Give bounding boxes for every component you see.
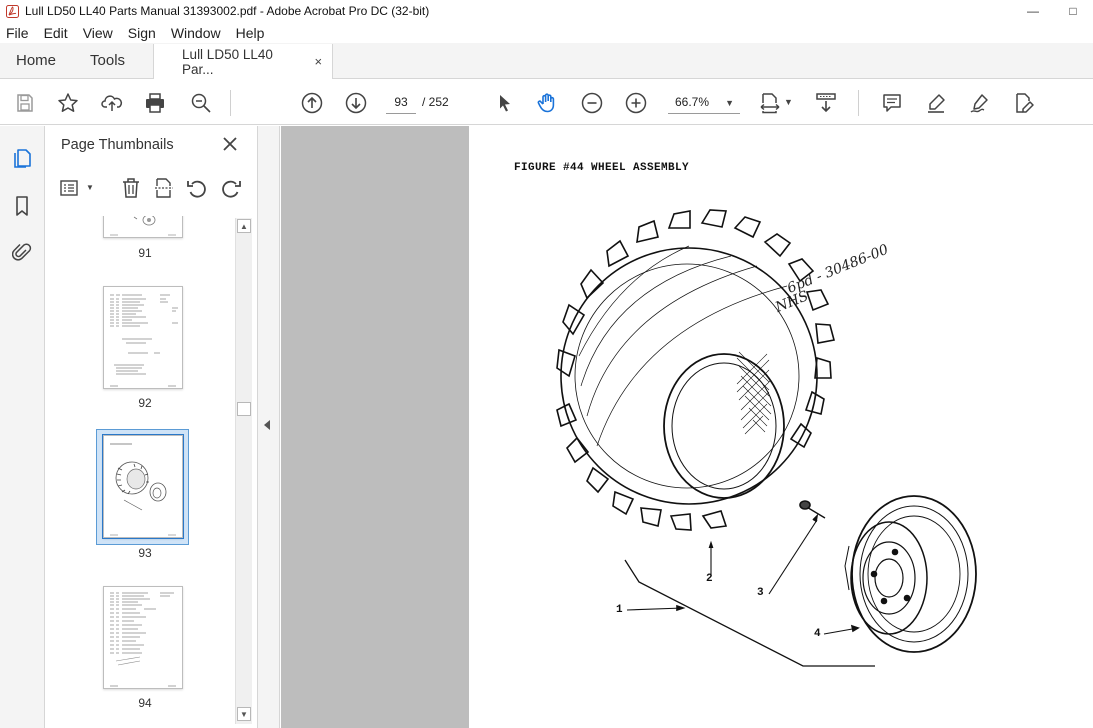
document-viewport[interactable]: FIGURE #44 WHEEL ASSEMBLY NHS 6pd - 3048… [281,126,1093,728]
collapse-panel-icon[interactable] [264,420,270,430]
thumbnail-label: 92 [138,396,152,410]
main-toolbar: ▼ [0,80,1093,125]
callout-3: 3 [757,587,764,599]
hand-tool-icon[interactable] [536,91,560,115]
scroll-mode-icon[interactable] [814,91,838,115]
tab-document[interactable]: Lull LD50 LL40 Par... × [153,44,334,79]
menu-view[interactable]: View [83,25,113,41]
thumbnail-options-icon[interactable] [59,176,83,200]
menu-help[interactable]: Help [236,25,265,41]
thumbnail-label: 94 [138,696,152,710]
zoom-out-icon[interactable] [580,91,604,115]
zoom-level-value: 66.7% [675,94,710,109]
maximize-icon[interactable]: □ [1053,0,1093,22]
callout-1: 1 [616,604,623,616]
callout-2: 2 [706,573,713,585]
menu-file[interactable]: File [6,25,29,41]
zoom-in-icon[interactable] [624,91,648,115]
page-total: / 252 [422,95,449,109]
tab-document-label: Lull LD50 LL40 Par... [182,46,273,77]
menu-edit[interactable]: Edit [44,25,68,41]
close-tab-icon[interactable]: × [314,54,322,69]
menu-sign[interactable]: Sign [128,25,156,41]
scroll-down-icon[interactable]: ▼ [237,707,251,721]
title-bar: Lull LD50 LL40 Parts Manual 31393002.pdf… [0,0,1093,22]
page-thumbnails-panel: Page Thumbnails ▼ 91 92 93 94 [45,126,258,728]
menu-bar: File Edit View Sign Window Help [0,22,1093,43]
minimize-icon[interactable]: — [1013,0,1053,22]
thumbnail-list: 91 92 93 94 [57,216,233,726]
panel-title: Page Thumbnails [61,137,174,153]
thumbnail-label: 93 [138,546,152,560]
chevron-down-icon: ▼ [725,98,734,108]
delete-page-icon[interactable] [119,176,143,200]
print-icon[interactable] [143,91,167,115]
wheel-assembly-drawing [556,209,977,667]
select-cursor-icon[interactable] [492,91,516,115]
thumbnail-label: 91 [138,246,152,260]
extract-page-icon[interactable] [152,176,176,200]
bookmark-star-icon[interactable] [56,91,80,115]
tab-tools[interactable]: Tools [72,43,141,78]
page-thumbnails-icon[interactable] [10,146,34,170]
page-fit-dropdown-icon[interactable]: ▼ [784,97,793,107]
bookmarks-icon[interactable] [10,194,34,218]
thumbnail-page-94[interactable] [103,586,183,689]
pdf-page: FIGURE #44 WHEEL ASSEMBLY NHS 6pd - 3048… [469,126,1093,728]
options-dropdown-icon[interactable]: ▼ [86,183,94,192]
rotate-right-icon[interactable] [219,176,243,200]
thumbnail-page-92[interactable] [103,286,183,389]
find-zoom-icon[interactable] [189,91,213,115]
page-fit-icon[interactable] [758,91,782,115]
tab-home[interactable]: Home [0,43,72,78]
close-panel-icon[interactable] [221,135,239,153]
edit-pdf-icon[interactable] [1012,91,1036,115]
left-navigation-rail [0,126,45,728]
page-number-input[interactable]: 93 [386,90,416,114]
callout-4: 4 [814,628,821,640]
comment-icon[interactable] [880,91,904,115]
attachments-icon[interactable] [10,240,34,264]
save-icon[interactable] [13,91,37,115]
zoom-level-dropdown[interactable]: 66.7% ▼ [668,90,740,114]
tab-bar: Home Tools Lull LD50 LL40 Par... × [0,43,1093,79]
thumbnail-scrollbar[interactable]: ▲ ▼ [235,218,252,724]
panel-collapse-strip[interactable] [258,126,280,728]
window-title: Lull LD50 LL40 Parts Manual 31393002.pdf… [25,4,430,18]
thumbnail-page-93[interactable] [102,434,184,539]
menu-window[interactable]: Window [171,25,221,41]
rotate-left-icon[interactable] [185,176,209,200]
highlight-icon[interactable] [924,91,948,115]
sign-icon[interactable] [968,91,992,115]
share-upload-icon[interactable] [100,91,124,115]
next-page-icon[interactable] [344,91,368,115]
scroll-up-icon[interactable]: ▲ [237,219,251,233]
acrobat-app-icon [5,4,19,18]
scrollbar-thumb[interactable] [237,402,251,416]
thumbnail-page-91[interactable] [103,216,183,238]
prev-page-icon[interactable] [300,91,324,115]
